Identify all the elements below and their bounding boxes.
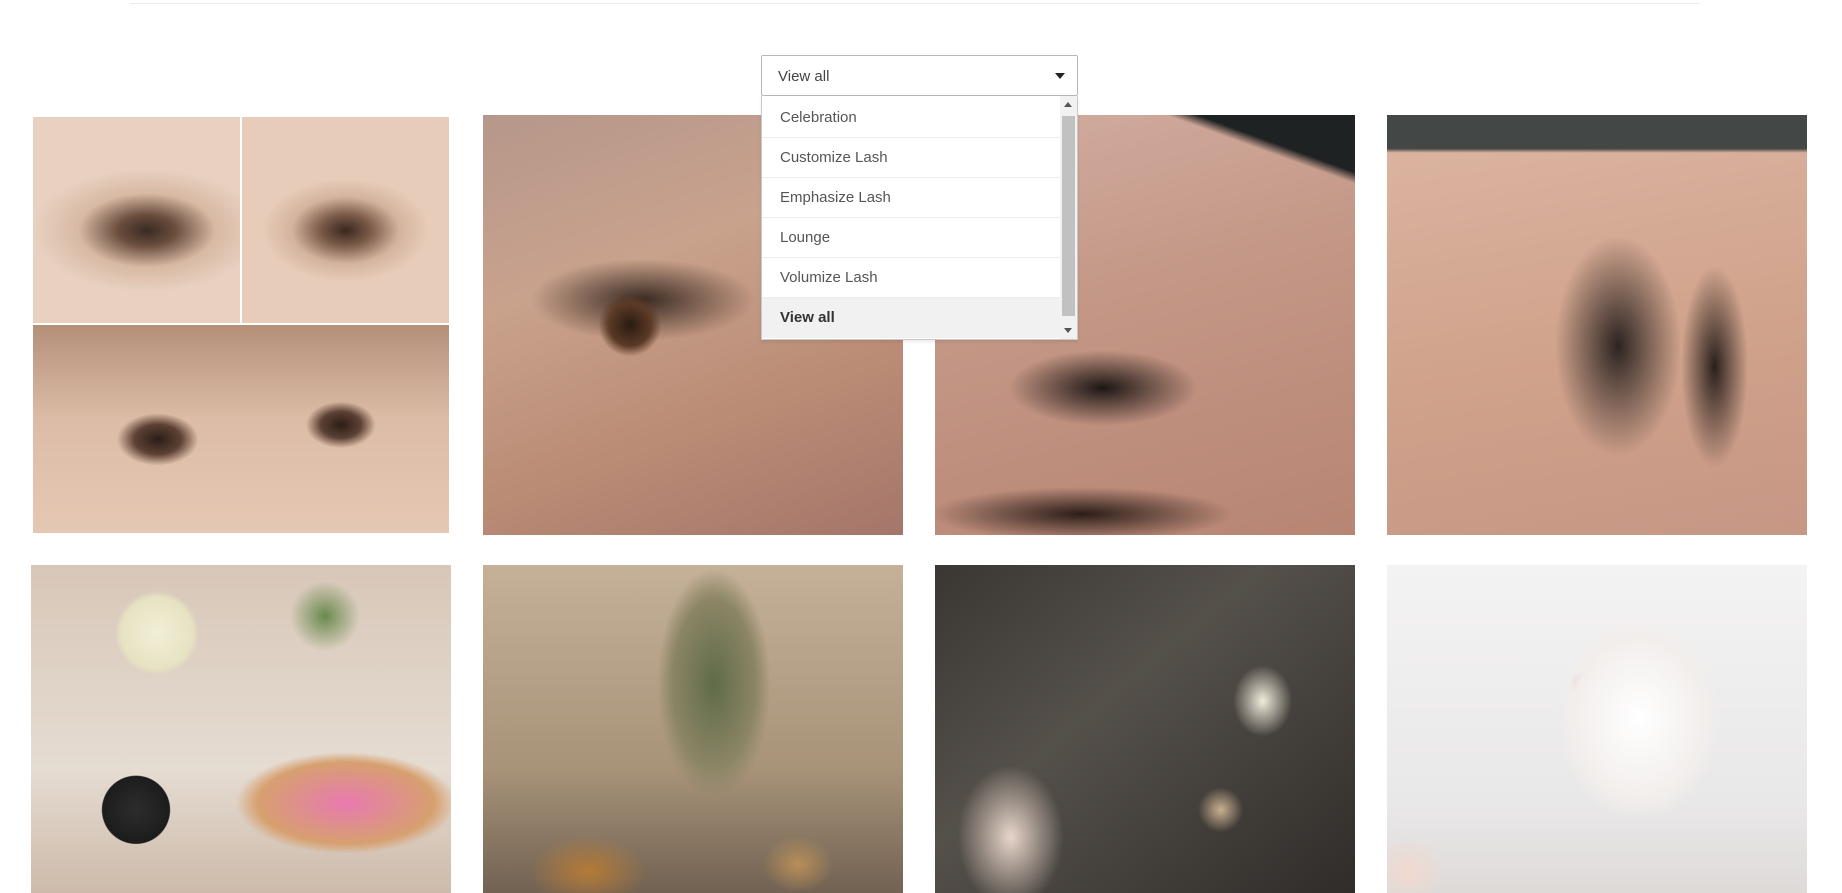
gallery-image-lash-collage[interactable] (33, 117, 449, 533)
gallery-image-lash-profile[interactable] (1387, 115, 1807, 535)
gallery-image-christmas-tree[interactable] (483, 565, 903, 893)
gallery-image-magazine-table[interactable] (935, 565, 1355, 893)
gallery-page: View all Celebration Customize Lash Emph… (0, 0, 1842, 893)
option-lounge[interactable]: Lounge (762, 218, 1061, 258)
category-dropdown-list[interactable]: Celebration Customize Lash Emphasize Las… (761, 96, 1078, 340)
scrollbar-thumb[interactable] (1062, 116, 1075, 316)
option-celebration[interactable]: Celebration (762, 98, 1061, 138)
scroll-up-arrow-icon[interactable] (1064, 102, 1072, 107)
collage-photo-both-eyes (33, 325, 449, 533)
select-current-value: View all (778, 68, 830, 85)
dropdown-scrollbar[interactable] (1060, 96, 1077, 339)
caret-down-icon (1055, 73, 1065, 79)
category-filter-select[interactable]: View all (761, 55, 1078, 96)
scroll-down-arrow-icon[interactable] (1064, 328, 1072, 333)
option-customize-lash[interactable]: Customize Lash (762, 138, 1061, 178)
option-emphasize-lash[interactable]: Emphasize Lash (762, 178, 1061, 218)
collage-photo-side-eye (33, 117, 240, 323)
option-view-all[interactable]: View all (762, 298, 1061, 338)
gallery-image-makeup-flatlay[interactable] (31, 565, 451, 893)
option-volumize-lash[interactable]: Volumize Lash (762, 258, 1061, 298)
collage-photo-three-quarter-eye (242, 117, 449, 323)
divider (130, 3, 1700, 4)
gallery-image-lucky-cat[interactable] (1387, 565, 1807, 893)
